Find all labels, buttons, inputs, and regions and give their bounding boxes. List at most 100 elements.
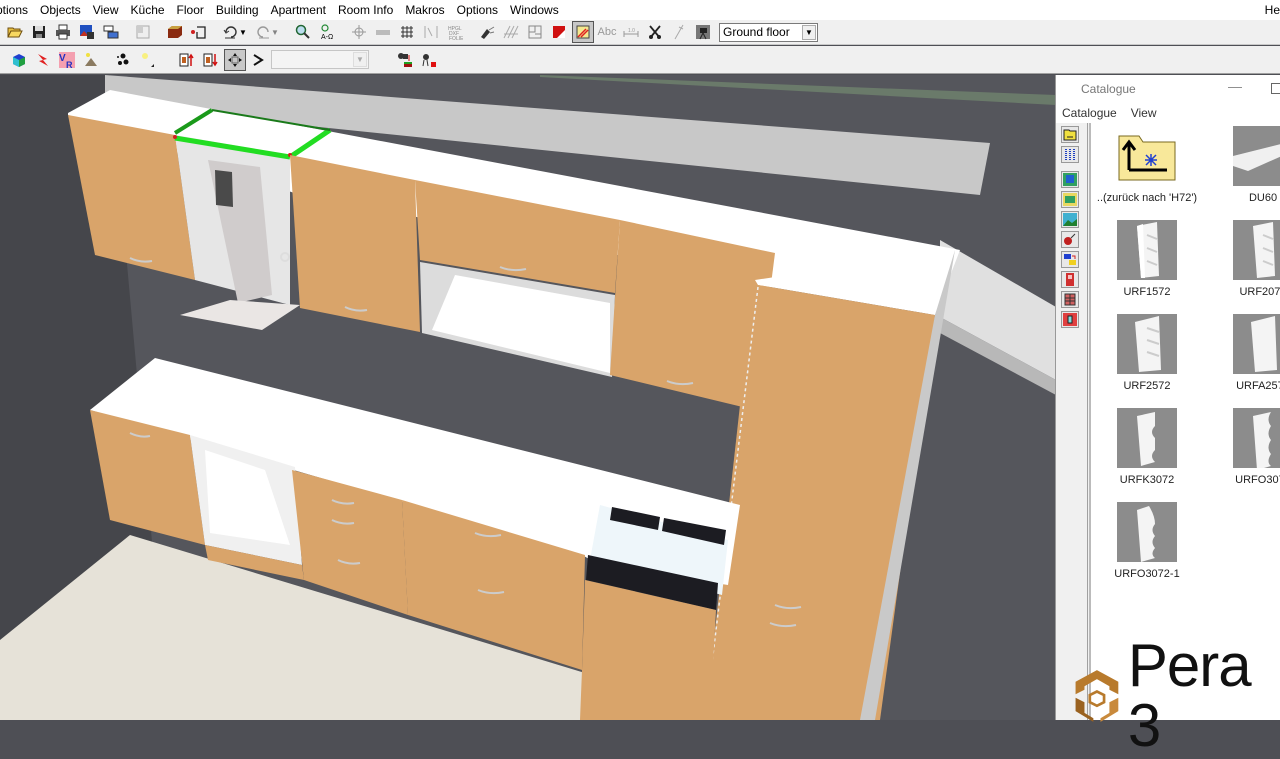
catalogue-item-du60[interactable]: DU60 — [1208, 126, 1280, 204]
zoom-icon[interactable] — [292, 21, 314, 43]
view-select[interactable]: ▼ — [271, 50, 369, 69]
catalogue-menu-catalogue[interactable]: Catalogue — [1062, 106, 1117, 120]
catalogue-item-urfo3072[interactable]: URFO3072 — [1208, 408, 1280, 486]
floor-plan-icon[interactable] — [524, 21, 546, 43]
menu-apartment[interactable]: Apartment — [265, 0, 332, 20]
light-shadow-icon[interactable] — [80, 49, 102, 71]
catalogue-item-urf2572[interactable]: URF2572 — [1092, 314, 1202, 392]
item-label: URFO3072-1 — [1114, 568, 1180, 580]
open-folder-icon[interactable] — [4, 21, 26, 43]
shelf-curve-thumbnail — [1117, 502, 1177, 562]
brush-icon[interactable] — [476, 21, 498, 43]
dimension-icon[interactable]: 1.0 — [620, 21, 642, 43]
panel-red-icon[interactable] — [1061, 311, 1079, 328]
shelf-thumbnail — [1117, 220, 1177, 280]
item-label: URF1572 — [1123, 286, 1171, 298]
move-view-icon[interactable] — [224, 48, 246, 71]
export-image-icon[interactable] — [76, 21, 98, 43]
lightning-icon[interactable] — [32, 49, 54, 71]
catalog-green-icon[interactable] — [1061, 191, 1079, 208]
save-icon[interactable] — [28, 21, 50, 43]
menu-kueche[interactable]: Küche — [125, 0, 171, 20]
menu-building[interactable]: Building — [210, 0, 265, 20]
list-view-icon[interactable] — [1061, 146, 1079, 163]
brand-watermark: Pera 3 — [1072, 636, 1280, 756]
3d-viewport[interactable] — [0, 75, 1056, 720]
redo-icon[interactable]: ▼ — [252, 21, 282, 43]
menu-options[interactable]: Options — [451, 0, 504, 20]
add-room-icon[interactable] — [188, 21, 210, 43]
catalogue-item-folder-up[interactable]: ..(zurück nach 'H72') — [1092, 126, 1202, 204]
svg-text:R: R — [66, 60, 73, 68]
line-cut-icon[interactable] — [668, 21, 690, 43]
shelf-thumbnail — [1233, 220, 1280, 280]
folder-up-icon[interactable] — [1061, 126, 1079, 143]
catalogue-item-urf2072[interactable]: URF2072 — [1208, 220, 1280, 298]
item-label: URFO3072 — [1235, 474, 1280, 486]
floor-select-value: Ground floor — [723, 25, 790, 39]
elevator-down-icon[interactable] — [200, 49, 222, 71]
menu-help-truncated[interactable]: He — [1265, 0, 1280, 20]
undo-icon[interactable]: ▼ — [220, 21, 250, 43]
maximize-button[interactable] — [1271, 83, 1280, 94]
camera-icon[interactable] — [692, 21, 714, 43]
menu-objects[interactable]: Objects — [34, 0, 87, 20]
light-bulb-icon[interactable] — [136, 49, 158, 71]
item-label: URFA2572 — [1236, 380, 1280, 392]
catalogue-panel: Catalogue — Catalogue View ..(zurück nac… — [1055, 75, 1280, 720]
text-search-icon[interactable]: A-Ω — [316, 21, 338, 43]
catalogue-item-urfk3072[interactable]: URFK3072 — [1092, 408, 1202, 486]
svg-text:A-Ω: A-Ω — [321, 34, 333, 40]
plant-icon[interactable] — [1061, 231, 1079, 248]
shelf-round-thumbnail — [1233, 408, 1280, 468]
view-frame-icon[interactable] — [132, 21, 154, 43]
highlight-select-icon[interactable] — [572, 21, 594, 43]
chevron-down-icon[interactable]: ▼ — [353, 52, 367, 67]
hpgl-dxf-export-icon[interactable]: HPGL DXF FOLIE — [444, 21, 466, 43]
door-icon[interactable] — [1061, 271, 1079, 288]
kitchen-3d-scene[interactable] — [0, 75, 1056, 720]
window-layout-icon[interactable] — [100, 21, 122, 43]
vr-icon[interactable]: VR — [56, 49, 78, 71]
ruler-icon[interactable] — [372, 21, 394, 43]
main-toolbar: ▼ ▼ A-Ω HPGL DXF FOLIE Abc 1.0 Ground floo… — [0, 20, 1280, 45]
catalogue-item-urfo3072-1[interactable]: URFO3072-1 — [1092, 502, 1202, 580]
svg-text:V: V — [59, 53, 66, 64]
item-label: URF2072 — [1239, 286, 1280, 298]
text-abc-icon[interactable]: Abc — [596, 21, 618, 43]
play-forward-icon[interactable] — [248, 49, 270, 71]
camera-record-icon[interactable] — [418, 49, 440, 71]
room-cabinet-icon[interactable] — [164, 21, 186, 43]
catalogue-menu: Catalogue View — [1056, 103, 1280, 123]
camera-path-icon[interactable] — [394, 49, 416, 71]
swap-icon[interactable] — [1061, 251, 1079, 268]
catalog-blue-icon[interactable] — [1061, 171, 1079, 188]
menu-options-truncated[interactable]: ptions — [0, 0, 34, 20]
chevron-down-icon[interactable]: ▼ — [802, 24, 816, 40]
svg-text:1.0: 1.0 — [628, 28, 635, 34]
minimize-button[interactable]: — — [1228, 78, 1242, 94]
window-icon[interactable] — [1061, 291, 1079, 308]
landscape-icon[interactable] — [1061, 211, 1079, 228]
elevator-up-icon[interactable] — [176, 49, 198, 71]
red-corner-icon[interactable] — [548, 21, 570, 43]
menu-room-info[interactable]: Room Info — [332, 0, 399, 20]
catalogue-menu-view[interactable]: View — [1131, 106, 1157, 120]
catalogue-item-urf1572[interactable]: URF1572 — [1092, 220, 1202, 298]
particles-icon[interactable] — [112, 49, 134, 71]
menu-floor[interactable]: Floor — [171, 0, 210, 20]
catalogue-item-urfa2572[interactable]: URFA2572 — [1208, 314, 1280, 392]
measure-lines-icon[interactable] — [420, 21, 442, 43]
print-icon[interactable] — [52, 21, 74, 43]
floor-select[interactable]: Ground floor ▼ — [719, 22, 818, 42]
pera-logo-icon — [1075, 670, 1119, 722]
crosshair-snap-icon[interactable] — [348, 21, 370, 43]
hatch-icon[interactable] — [500, 21, 522, 43]
render-cube-icon[interactable] — [8, 49, 30, 71]
scissors-icon[interactable] — [644, 21, 666, 43]
catalogue-titlebar[interactable]: Catalogue — — [1056, 75, 1280, 103]
menu-view[interactable]: View — [87, 0, 125, 20]
menu-windows[interactable]: Windows — [504, 0, 565, 20]
grid-icon[interactable] — [396, 21, 418, 43]
menu-makros[interactable]: Makros — [399, 0, 450, 20]
